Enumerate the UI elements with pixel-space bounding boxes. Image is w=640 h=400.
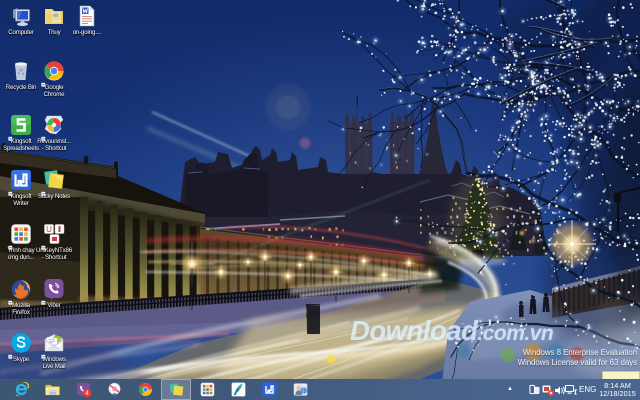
svg-text:U: U — [46, 225, 52, 234]
